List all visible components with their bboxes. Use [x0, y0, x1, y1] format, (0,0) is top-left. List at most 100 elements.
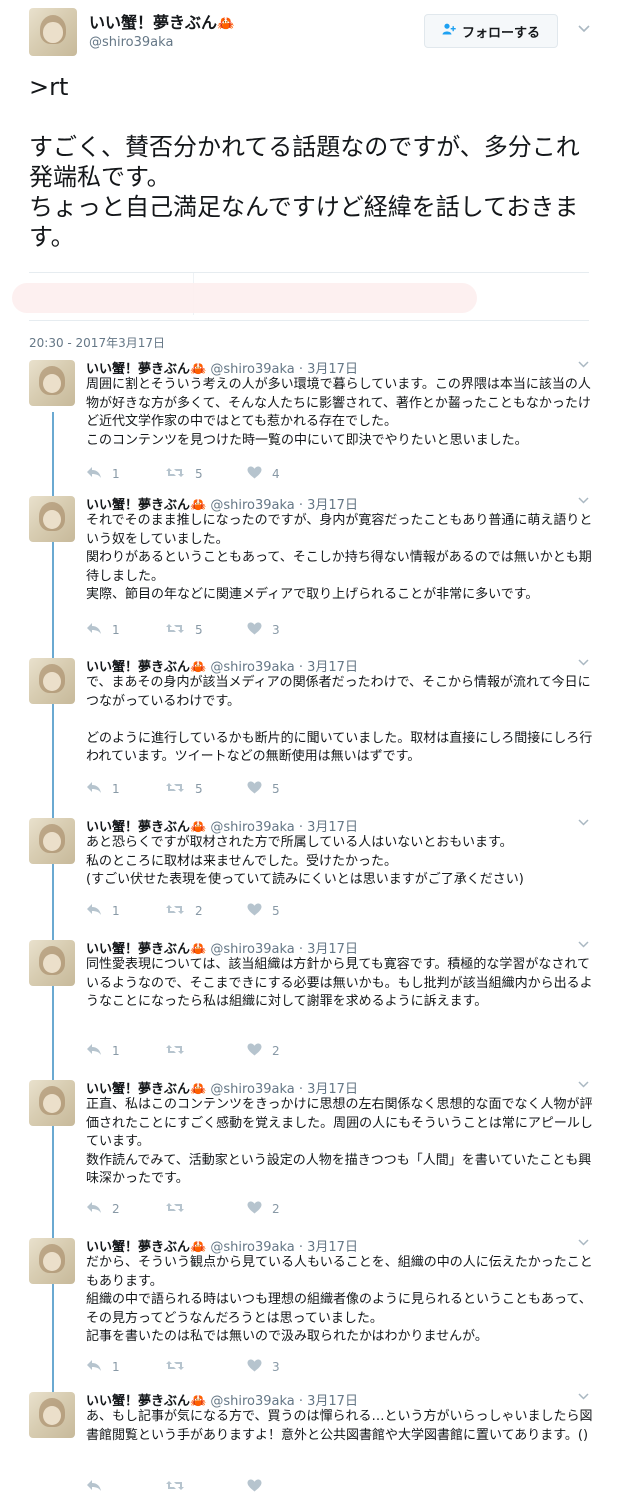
reply-action[interactable]: 1 — [86, 780, 120, 798]
reply-action[interactable]: 1 — [86, 621, 120, 639]
chevron-down-icon[interactable] — [578, 358, 589, 371]
reply-icon — [86, 1478, 102, 1496]
retweet-count: 5 — [195, 467, 203, 481]
reply-count: 2 — [112, 1202, 120, 1216]
like-action[interactable]: 3 — [247, 1358, 280, 1376]
reply-meta[interactable]: @shiro39aka · 3月17日 — [210, 942, 358, 957]
reply-action[interactable]: 2 — [86, 1200, 120, 1218]
reply-header: いい蟹！夢きぶん🦀 @shiro39aka · 3月17日 — [86, 358, 358, 377]
heart-icon — [247, 1200, 262, 1218]
like-count: 5 — [272, 904, 280, 918]
retweet-count: 2 — [195, 904, 203, 918]
like-action[interactable]: 2 — [247, 1042, 280, 1060]
retweet-action[interactable] — [165, 1358, 195, 1376]
retweet-icon — [165, 621, 185, 639]
avatar[interactable] — [29, 818, 75, 864]
tweet-timestamp[interactable]: 20:30 - 2017年3月17日 — [29, 334, 165, 351]
reply-icon — [86, 465, 102, 483]
retweet-action[interactable]: 5 — [165, 465, 203, 483]
reply-meta[interactable]: @shiro39aka · 3月17日 — [210, 660, 358, 675]
chevron-down-icon[interactable] — [578, 1390, 589, 1403]
divider — [29, 272, 589, 273]
reply-action[interactable]: 1 — [86, 902, 120, 920]
avatar[interactable] — [29, 1392, 75, 1438]
blurred-stats-bar — [12, 283, 477, 313]
avatar[interactable] — [29, 8, 77, 56]
reply-meta[interactable]: @shiro39aka · 3月17日 — [210, 498, 358, 513]
reply-meta[interactable]: @shiro39aka · 3月17日 — [210, 820, 358, 835]
chevron-down-icon[interactable] — [578, 494, 589, 507]
reply-display-name[interactable]: いい蟹！夢きぶん🦀 — [86, 1240, 206, 1255]
reply-action[interactable]: 1 — [86, 1358, 120, 1376]
chevron-down-icon[interactable] — [578, 1236, 589, 1249]
reply-display-name[interactable]: いい蟹！夢きぶん🦀 — [86, 660, 206, 675]
avatar[interactable] — [29, 496, 75, 542]
retweet-icon — [165, 465, 185, 483]
reply-display-name[interactable]: いい蟹！夢きぶん🦀 — [86, 362, 206, 377]
like-action[interactable]: 5 — [247, 902, 280, 920]
avatar[interactable] — [29, 658, 75, 704]
avatar[interactable] — [29, 1238, 75, 1284]
reply-display-name[interactable]: いい蟹！夢きぶん🦀 — [86, 1082, 206, 1097]
tweet-text-body: すごく、賛否分かれてる話題なのですが、多分これ発端私です。 ちょっと自己満足なん… — [29, 133, 580, 251]
reply-display-name[interactable]: いい蟹！夢きぶん🦀 — [86, 498, 206, 513]
reply-count: 1 — [112, 1360, 120, 1374]
reply-action[interactable]: 1 — [86, 465, 120, 483]
like-count: 4 — [272, 467, 280, 481]
reply-count: 1 — [112, 782, 120, 796]
retweet-action[interactable] — [165, 1200, 195, 1218]
like-action[interactable]: 2 — [247, 1200, 280, 1218]
reply-meta[interactable]: @shiro39aka · 3月17日 — [210, 362, 358, 377]
reply-icon — [86, 780, 102, 798]
reply-header: いい蟹！夢きぶん🦀 @shiro39aka · 3月17日 — [86, 656, 358, 675]
like-count: 2 — [272, 1202, 280, 1216]
retweet-action[interactable] — [165, 1478, 195, 1496]
reply-meta[interactable]: @shiro39aka · 3月17日 — [210, 1394, 358, 1409]
chevron-down-icon[interactable] — [578, 816, 589, 829]
reply-text-content: それでそのまま推しになったのですが、身内が寛容だったこともあり普通に萌え語りとい… — [86, 513, 593, 602]
reply-display-name[interactable]: いい蟹！夢きぶん🦀 — [86, 1394, 206, 1409]
tweet-text: >rt すごく、賛否分かれてる話題なのですが、多分これ発端私です。 ちょっと自己… — [29, 72, 589, 252]
chevron-down-icon[interactable] — [578, 1078, 589, 1091]
heart-icon — [247, 1478, 262, 1496]
reply-header: いい蟹！夢きぶん🦀 @shiro39aka · 3月17日 — [86, 1078, 358, 1097]
avatar[interactable] — [29, 1080, 75, 1126]
reply-display-name[interactable]: いい蟹！夢きぶん🦀 — [86, 942, 206, 957]
chevron-down-icon[interactable] — [578, 656, 589, 669]
reply-header: いい蟹！夢きぶん🦀 @shiro39aka · 3月17日 — [86, 816, 358, 835]
retweet-icon — [165, 902, 185, 920]
reply-icon — [86, 1200, 102, 1218]
like-action[interactable] — [247, 1478, 272, 1496]
like-action[interactable]: 5 — [247, 780, 280, 798]
avatar[interactable] — [29, 940, 75, 986]
reply-header: いい蟹！夢きぶん🦀 @shiro39aka · 3月17日 — [86, 1390, 358, 1409]
reply-count: 1 — [112, 904, 120, 918]
reply-text-content: 正直、私はこのコンテンツをきっかけに思想の左右関係なく思想的な面でなく人物が評価… — [86, 1097, 593, 1186]
reply-count: 1 — [112, 467, 120, 481]
like-action[interactable]: 4 — [247, 465, 280, 483]
chevron-down-icon[interactable] — [578, 938, 589, 951]
reply-count: 1 — [112, 1044, 120, 1058]
follow-button-label: フォローする — [461, 25, 540, 41]
screen-name[interactable]: @shiro39aka — [89, 35, 173, 50]
follow-button[interactable]: フォローする — [424, 14, 558, 48]
retweet-icon — [165, 780, 185, 798]
display-name[interactable]: いい蟹！夢きぶん🦀 — [89, 9, 234, 33]
retweet-action[interactable] — [165, 1042, 195, 1060]
reply-meta[interactable]: @shiro39aka · 3月17日 — [210, 1082, 358, 1097]
retweet-action[interactable]: 2 — [165, 902, 203, 920]
retweet-action[interactable]: 5 — [165, 780, 203, 798]
chevron-down-icon[interactable] — [576, 22, 592, 38]
divider — [29, 320, 589, 321]
reply-display-name[interactable]: いい蟹！夢きぶん🦀 — [86, 820, 206, 835]
retweet-icon — [165, 1042, 185, 1060]
reply-count: 1 — [112, 623, 120, 637]
tweet-text-line1: >rt — [29, 73, 69, 101]
tweet-header: いい蟹！夢きぶん🦀 @shiro39aka フォローする — [0, 0, 627, 60]
reply-meta[interactable]: @shiro39aka · 3月17日 — [210, 1240, 358, 1255]
reply-action[interactable]: 1 — [86, 1042, 120, 1060]
retweet-action[interactable]: 5 — [165, 621, 203, 639]
reply-action[interactable] — [86, 1478, 112, 1496]
like-action[interactable]: 3 — [247, 621, 280, 639]
avatar[interactable] — [29, 360, 75, 406]
